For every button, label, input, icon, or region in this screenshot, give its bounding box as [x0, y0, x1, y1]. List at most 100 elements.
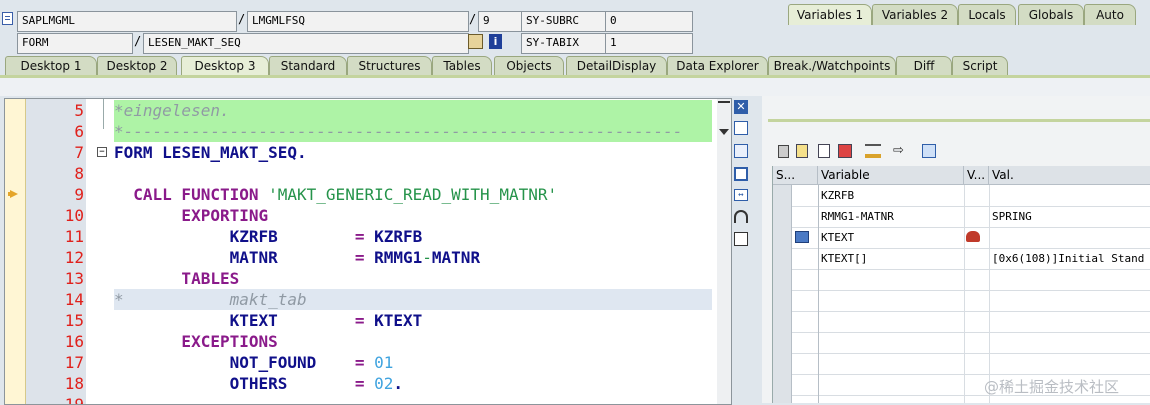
navigate-icon[interactable]: ⇨ — [893, 143, 909, 158]
sysvalue-1[interactable]: 0 — [605, 11, 693, 32]
code-text: EXPORTING — [114, 205, 268, 226]
var-tab-variables-2[interactable]: Variables 2 — [872, 4, 958, 25]
scroll-up-icon[interactable] — [718, 101, 730, 107]
hierarchy-icon[interactable] — [865, 144, 881, 158]
tab-data-explorer[interactable]: Data Explorer — [667, 56, 768, 76]
tab-break-watchpoints[interactable]: Break./Watchpoints — [768, 56, 896, 76]
col-divider — [989, 185, 990, 403]
desktop-tabs: Desktop 1 Desktop 2 Desktop 3 Standard Struc… — [0, 55, 1150, 76]
code-text: OTHERS = 02. — [114, 373, 403, 394]
variable-cell[interactable]: KTEXT — [818, 227, 964, 248]
code-line[interactable]: 11 KZRFB = KZRFB — [5, 226, 711, 247]
table-row[interactable] — [773, 332, 1150, 354]
name-field[interactable]: LESEN_MAKT_SEQ — [143, 33, 469, 54]
tab-script[interactable]: Script — [952, 56, 1008, 76]
info-icon[interactable]: i — [489, 34, 502, 49]
code-line[interactable]: 12 MATNR = RMMG1-MATNR — [5, 247, 711, 268]
code-line[interactable]: 7 FORM LESEN_MAKT_SEQ. — [5, 142, 711, 163]
line-number: 18 — [64, 374, 84, 393]
table-row[interactable] — [773, 353, 1150, 375]
variable-cell[interactable]: RMMG1-MATNR — [818, 206, 964, 227]
code-line[interactable]: 18 OTHERS = 02. — [5, 373, 711, 394]
export-icon[interactable] — [922, 144, 936, 158]
var-tab-variables-1[interactable]: Variables 1 — [788, 4, 872, 25]
services-icon[interactable] — [734, 232, 748, 246]
value-cell[interactable] — [989, 227, 1150, 248]
value-cell[interactable] — [989, 185, 1150, 206]
code-line[interactable]: 8 — [5, 163, 711, 184]
value-cell[interactable]: SPRING — [989, 206, 1150, 227]
table-row[interactable]: KTEXT — [773, 227, 1150, 249]
code-line[interactable]: 13 TABLES — [5, 268, 711, 289]
col-header-status[interactable]: S... — [773, 166, 818, 185]
change-icon[interactable] — [838, 144, 852, 158]
table-row[interactable] — [773, 290, 1150, 312]
table-row[interactable]: RMMG1-MATNR SPRING — [773, 206, 1150, 228]
headset-icon[interactable] — [734, 210, 748, 223]
include-field[interactable]: LMGMLFSQ — [247, 11, 469, 32]
new-tool-icon[interactable] — [734, 121, 748, 135]
maximize-icon[interactable] — [734, 167, 748, 181]
table-row[interactable] — [773, 269, 1150, 291]
code-token: 'MAKT_GENERIC_READ_WITH_MATNR' — [268, 185, 558, 204]
row-selector-column[interactable] — [773, 185, 791, 403]
code-line[interactable]: 15 KTEXT = KTEXT — [5, 310, 711, 331]
delete-icon[interactable] — [778, 145, 789, 158]
tab-desktop-1[interactable]: Desktop 1 — [5, 56, 97, 76]
sysfield-2[interactable]: SY-TABIX — [521, 33, 609, 54]
code-line[interactable]: 16 EXCEPTIONS — [5, 331, 711, 352]
display-icon[interactable] — [818, 144, 830, 158]
scroll-down-icon[interactable] — [719, 129, 729, 135]
var-tab-auto[interactable]: Auto — [1084, 4, 1136, 25]
value-cell[interactable]: [0x6(108)]Initial Stand — [989, 248, 1150, 269]
sysvalue-2[interactable]: 1 — [605, 33, 693, 54]
tab-structures[interactable]: Structures — [347, 56, 432, 76]
code-token: KZRFB — [114, 227, 278, 246]
var-tab-globals[interactable]: Globals — [1018, 4, 1084, 25]
resize-icon[interactable]: ↔ — [734, 189, 748, 201]
detail-icon[interactable] — [796, 144, 808, 158]
code-line[interactable]: 5 *eingelesen. — [5, 100, 712, 121]
table-row[interactable] — [773, 311, 1150, 333]
code-line[interactable]: 10 EXPORTING — [5, 205, 711, 226]
code-text: FORM LESEN_MAKT_SEQ. — [114, 142, 307, 163]
code-text: TABLES — [114, 268, 239, 289]
line-number: 13 — [64, 269, 84, 288]
swap-tool-icon[interactable] — [734, 144, 748, 158]
code-line[interactable]: 19 — [5, 394, 711, 404]
code-token: EXPORTING — [114, 206, 269, 225]
tab-diff[interactable]: Diff — [896, 56, 952, 76]
code-line[interactable]: 6 *--------------------------------------… — [5, 121, 712, 142]
table-type-icon — [795, 231, 809, 243]
var-tab-locals[interactable]: Locals — [958, 4, 1016, 25]
tab-standard[interactable]: Standard — [269, 56, 347, 76]
col-header-variable[interactable]: Variable — [818, 166, 964, 185]
program-field[interactable]: SAPLMGML — [17, 11, 237, 32]
code-token: RMMG1 — [374, 248, 423, 267]
code-line[interactable]: 17 NOT_FOUND = 01 — [5, 352, 711, 373]
table-row[interactable]: KTEXT[] [0x6(108)]Initial Stand — [773, 248, 1150, 270]
col-header-v[interactable]: V... — [964, 166, 989, 185]
close-pane-icon[interactable]: ✕ — [734, 100, 748, 114]
code-line[interactable]: 14 * makt_tab — [5, 289, 712, 310]
editor-scrollbar[interactable] — [717, 99, 731, 404]
variable-cell[interactable]: KZRFB — [818, 185, 964, 206]
tab-tables[interactable]: Tables — [432, 56, 492, 76]
sysfield-1[interactable]: SY-SUBRC — [521, 11, 609, 32]
tab-desktop-3[interactable]: Desktop 3 — [181, 56, 269, 76]
tab-desktop-2[interactable]: Desktop 2 — [97, 56, 177, 76]
change-value-icon[interactable] — [966, 231, 980, 242]
variable-cell[interactable]: KTEXT[] — [818, 248, 964, 269]
source-code-editor[interactable]: 5 *eingelesen. 6 *-------------------------… — [4, 98, 732, 405]
code-text: KZRFB = KZRFB — [114, 226, 423, 247]
collapse-icon[interactable]: − — [97, 147, 107, 157]
tab-detaildisplay[interactable]: DetailDisplay — [566, 56, 667, 76]
tab-objects[interactable]: Objects — [494, 56, 564, 76]
col-header-value[interactable]: Val. — [989, 166, 1150, 185]
type-field[interactable]: FORM — [17, 33, 133, 54]
table-row[interactable]: KZRFB — [773, 185, 1150, 207]
display-source-icon[interactable] — [468, 34, 483, 49]
code-line[interactable]: 9 CALL FUNCTION 'MAKT_GENERIC_READ_WITH_… — [5, 184, 711, 205]
code-text: NOT_FOUND = 01 — [114, 352, 394, 373]
line-field[interactable]: 9 — [478, 11, 524, 32]
